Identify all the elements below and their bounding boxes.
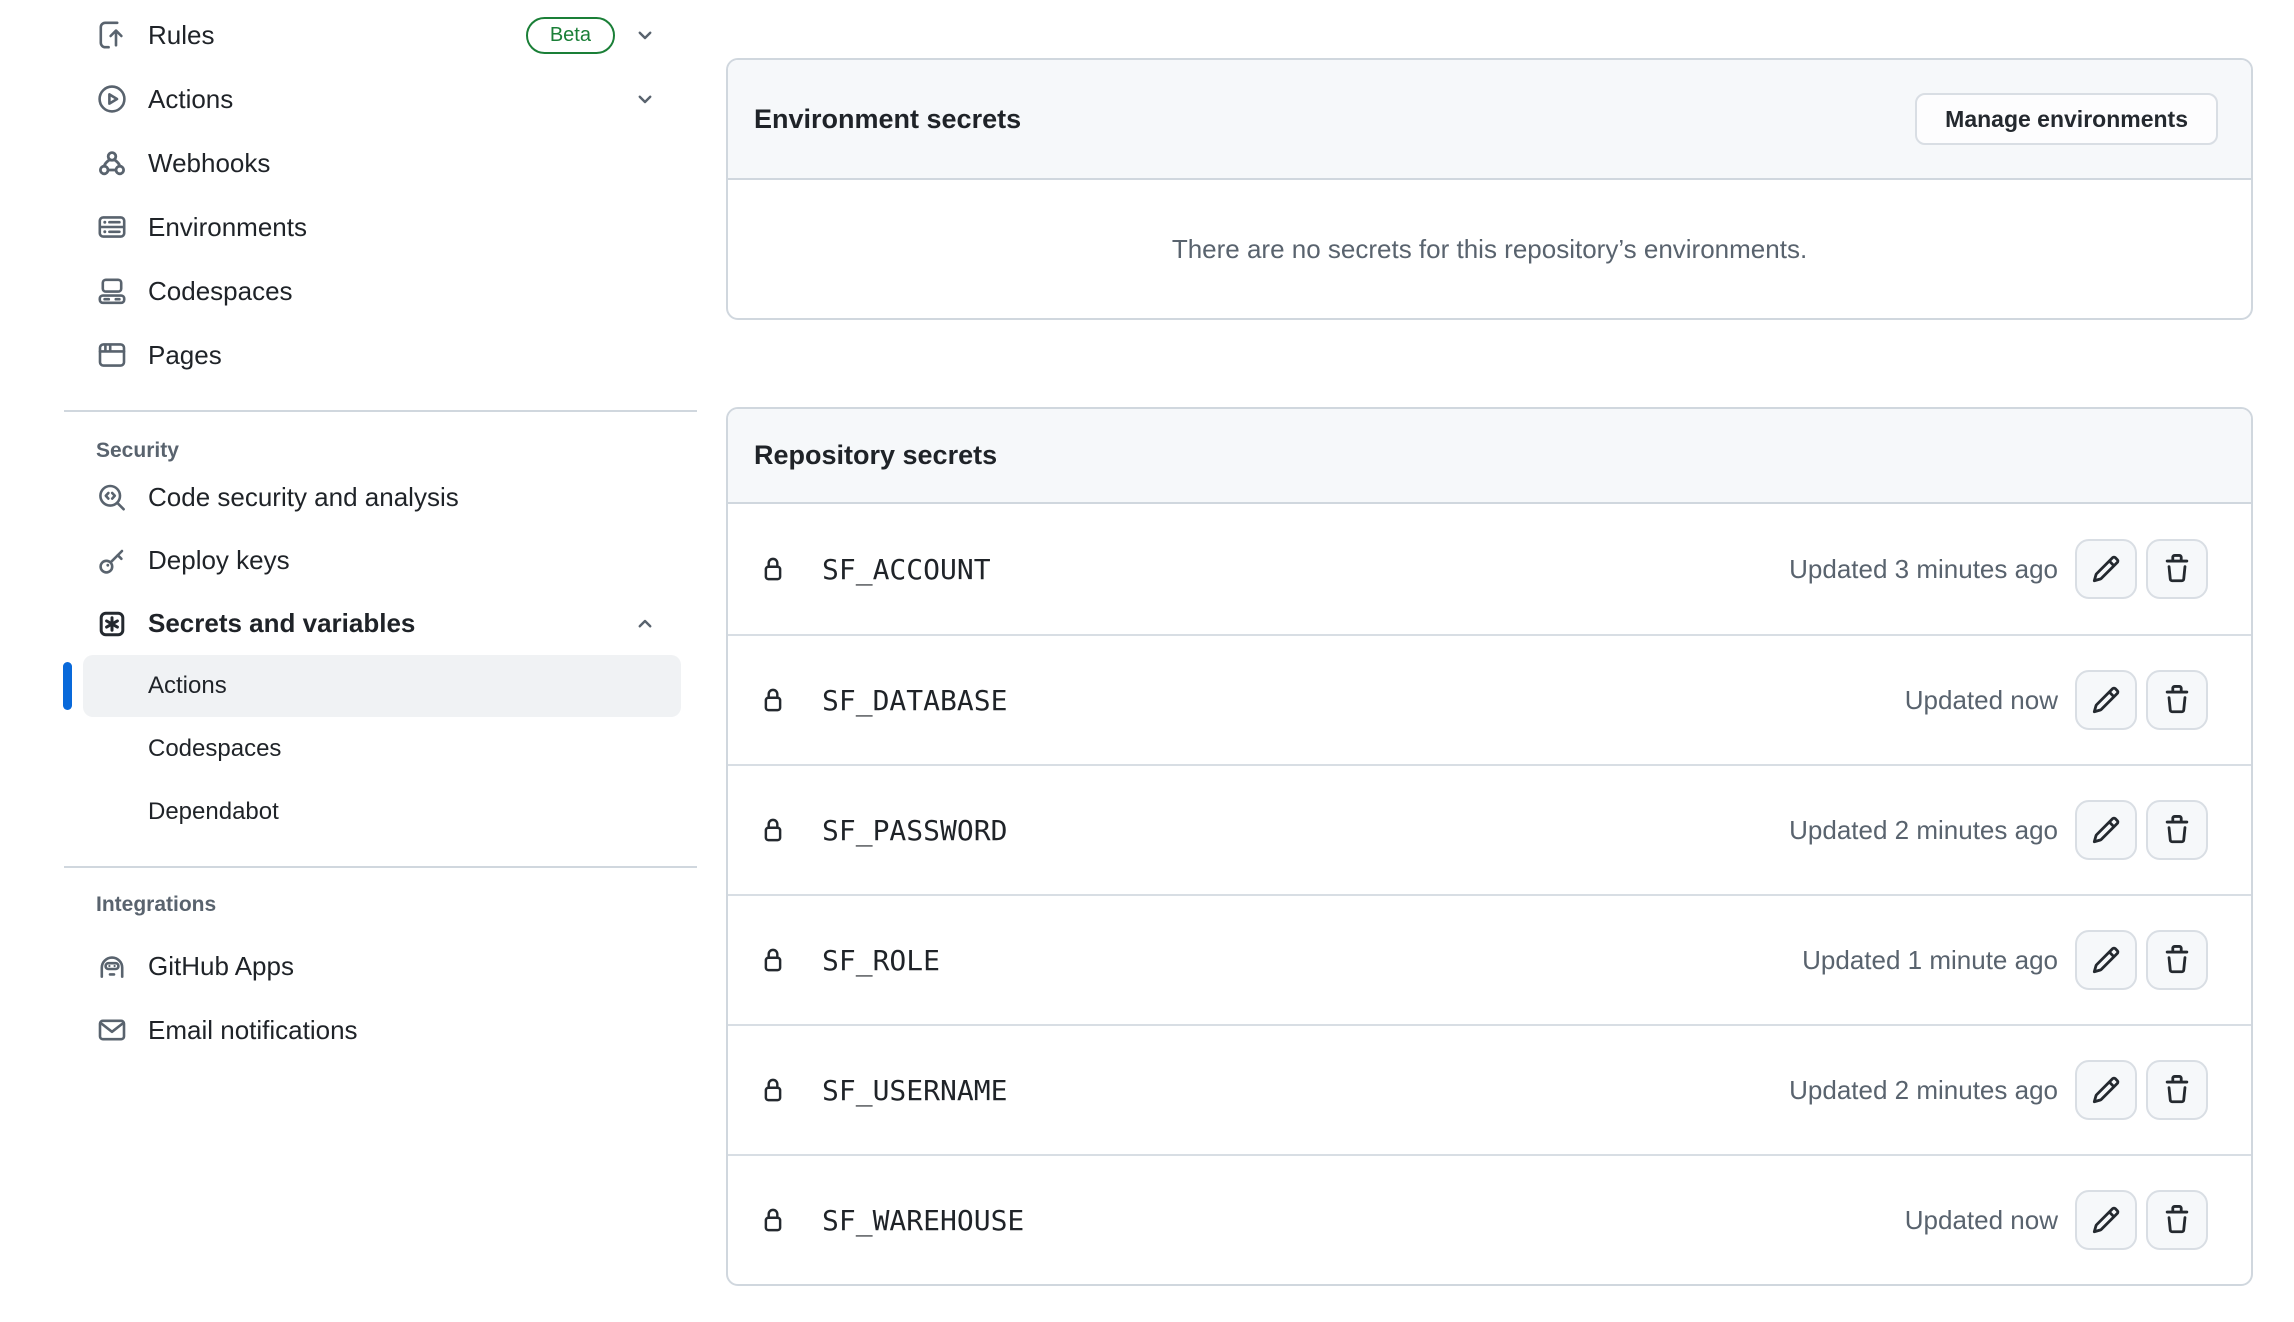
sidebar-item-label: GitHub Apps — [148, 951, 294, 982]
sidebar-subitem-label: Dependabot — [148, 798, 279, 826]
environment-secrets-card: Environment secrets Manage environments … — [726, 58, 2253, 320]
sidebar-item-label: Webhooks — [148, 148, 270, 179]
codescan-icon — [96, 482, 128, 514]
secret-row: SF_WAREHOUSE Updated now — [728, 1154, 2251, 1284]
sidebar-item-github-apps[interactable]: GitHub Apps — [64, 934, 697, 998]
secret-name: SF_PASSWORD — [822, 814, 1007, 847]
key-asterisk-icon — [96, 608, 128, 640]
mail-icon — [96, 1014, 128, 1046]
sidebar-divider — [64, 410, 697, 412]
sidebar-item-secrets-and-variables[interactable]: Secrets and variables — [64, 592, 697, 655]
settings-sidebar: Rules Beta Actions Webhooks — [64, 0, 697, 1062]
sidebar-divider — [64, 866, 697, 868]
sidebar-item-environments[interactable]: Environments — [64, 195, 697, 259]
lock-icon — [758, 685, 788, 715]
sidebar-subitem-label: Codespaces — [148, 735, 281, 763]
beta-badge: Beta — [526, 17, 615, 54]
key-icon — [96, 545, 128, 577]
sidebar-subitem-codespaces[interactable]: Codespaces — [83, 718, 681, 780]
environment-secrets-title: Environment secrets — [754, 104, 1021, 135]
sidebar-item-rules[interactable]: Rules Beta — [64, 3, 697, 67]
sidebar-item-code-security[interactable]: Code security and analysis — [64, 466, 697, 529]
sidebar-subitem-actions[interactable]: Actions — [83, 655, 681, 717]
secrets-settings-main: Environment secrets Manage environments … — [726, 0, 2253, 1286]
secret-updated: Updated 1 minute ago — [1802, 945, 2058, 976]
sidebar-section-security: Security — [64, 436, 697, 466]
sidebar-item-email-notifications[interactable]: Email notifications — [64, 998, 697, 1062]
chevron-up-icon[interactable] — [633, 612, 657, 636]
sidebar-item-actions[interactable]: Actions — [64, 67, 697, 131]
secret-updated: Updated 2 minutes ago — [1789, 1075, 2058, 1106]
repository-secrets-header: Repository secrets — [728, 409, 2251, 504]
delete-secret-button[interactable] — [2146, 1060, 2208, 1120]
sidebar-item-label: Actions — [148, 84, 233, 115]
repository-secrets-title: Repository secrets — [754, 440, 997, 471]
secret-name: SF_ACCOUNT — [822, 553, 991, 586]
sidebar-item-label: Secrets and variables — [148, 608, 415, 639]
sidebar-item-label: Pages — [148, 340, 222, 371]
sidebar-item-label: Email notifications — [148, 1015, 358, 1046]
edit-secret-button[interactable] — [2075, 670, 2137, 730]
hubot-icon — [96, 950, 128, 982]
rules-icon — [96, 19, 128, 51]
secret-name: SF_WAREHOUSE — [822, 1204, 1024, 1237]
edit-secret-button[interactable] — [2075, 800, 2137, 860]
lock-icon — [758, 945, 788, 975]
secret-row: SF_ACCOUNT Updated 3 minutes ago — [728, 504, 2251, 634]
lock-icon — [758, 1205, 788, 1235]
lock-icon — [758, 554, 788, 584]
secret-updated: Updated now — [1905, 1205, 2058, 1236]
server-icon — [96, 211, 128, 243]
sidebar-item-pages[interactable]: Pages — [64, 323, 697, 387]
secret-row: SF_PASSWORD Updated 2 minutes ago — [728, 764, 2251, 894]
webhook-icon — [96, 147, 128, 179]
sidebar-item-label: Codespaces — [148, 276, 293, 307]
sidebar-item-label: Code security and analysis — [148, 482, 459, 513]
manage-environments-button[interactable]: Manage environments — [1915, 93, 2218, 145]
delete-secret-button[interactable] — [2146, 930, 2208, 990]
delete-secret-button[interactable] — [2146, 1190, 2208, 1250]
delete-secret-button[interactable] — [2146, 539, 2208, 599]
edit-secret-button[interactable] — [2075, 1190, 2137, 1250]
sidebar-item-webhooks[interactable]: Webhooks — [64, 131, 697, 195]
delete-secret-button[interactable] — [2146, 800, 2208, 860]
edit-secret-button[interactable] — [2075, 930, 2137, 990]
delete-secret-button[interactable] — [2146, 670, 2208, 730]
sidebar-subitem-dependabot[interactable]: Dependabot — [83, 781, 681, 843]
sidebar-item-label: Rules — [148, 20, 214, 51]
sidebar-item-label: Environments — [148, 212, 307, 243]
sidebar-subitem-label: Actions — [148, 672, 227, 700]
secret-name: SF_USERNAME — [822, 1074, 1007, 1107]
sidebar-item-codespaces[interactable]: Codespaces — [64, 259, 697, 323]
sidebar-section-integrations: Integrations — [64, 890, 697, 920]
secret-updated: Updated now — [1905, 685, 2058, 716]
sidebar-item-deploy-keys[interactable]: Deploy keys — [64, 529, 697, 592]
environment-secrets-empty-message: There are no secrets for this repository… — [728, 180, 2251, 318]
lock-icon — [758, 815, 788, 845]
secret-name: SF_ROLE — [822, 944, 940, 977]
browser-icon — [96, 339, 128, 371]
environment-secrets-header: Environment secrets Manage environments — [728, 60, 2251, 180]
edit-secret-button[interactable] — [2075, 1060, 2137, 1120]
lock-icon — [758, 1075, 788, 1105]
secret-row: SF_ROLE Updated 1 minute ago — [728, 894, 2251, 1024]
secret-updated: Updated 2 minutes ago — [1789, 815, 2058, 846]
codespaces-icon — [96, 275, 128, 307]
secret-name: SF_DATABASE — [822, 684, 1007, 717]
secret-updated: Updated 3 minutes ago — [1789, 554, 2058, 585]
chevron-down-icon[interactable] — [633, 23, 657, 47]
repository-secrets-card: Repository secrets SF_ACCOUNT Updated 3 … — [726, 407, 2253, 1286]
sidebar-item-label: Deploy keys — [148, 545, 290, 576]
secret-row: SF_USERNAME Updated 2 minutes ago — [728, 1024, 2251, 1154]
edit-secret-button[interactable] — [2075, 539, 2137, 599]
chevron-down-icon[interactable] — [633, 87, 657, 111]
play-icon — [96, 83, 128, 115]
secret-row: SF_DATABASE Updated now — [728, 634, 2251, 764]
